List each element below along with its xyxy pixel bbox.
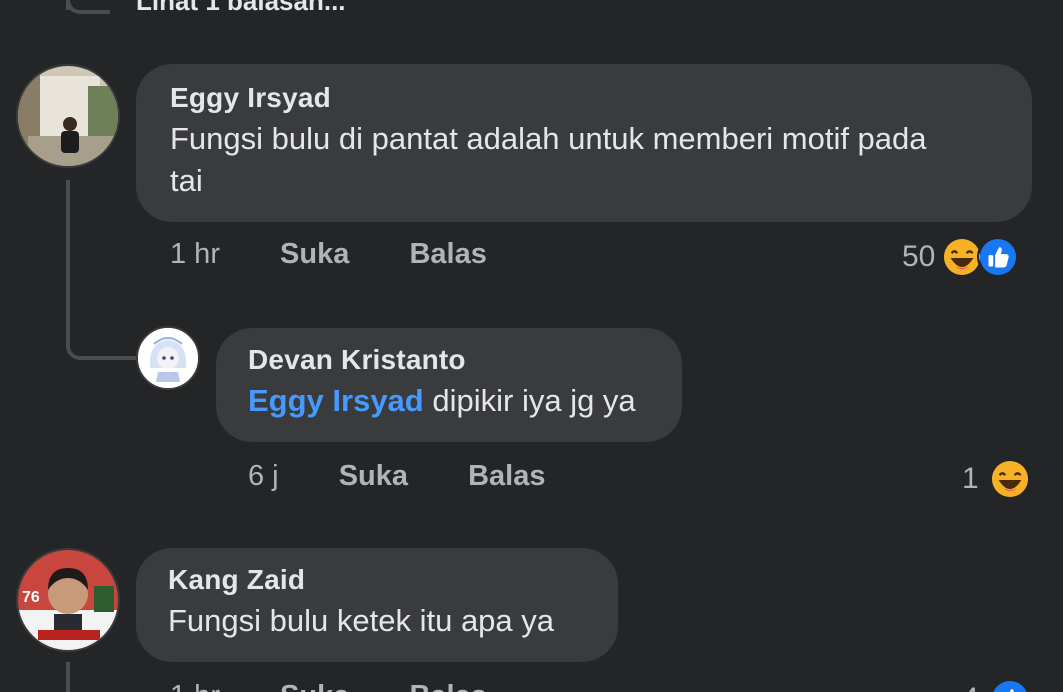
reply-button[interactable]: Balas [468,460,545,493]
avatar[interactable] [136,326,200,390]
thread-line [66,180,70,330]
like-icon [977,236,1020,278]
reply-button[interactable]: Balas [409,680,486,692]
avatar[interactable] [16,64,120,168]
reaction-summary[interactable]: 1 [962,458,1031,500]
thread-hook-top [66,0,110,14]
like-button[interactable]: Suka [280,680,349,692]
mention-link[interactable]: Eggy Irsyad [248,383,424,418]
reply-time[interactable]: 6 j [248,460,279,493]
comment-author[interactable]: Kang Zaid [168,564,586,596]
like-icon [988,678,1031,692]
comment-time[interactable]: 1 hr [170,680,220,692]
reply-text: dipikir iya jg ya [432,383,636,418]
avatar-photo: 76 [18,550,118,650]
reply-bubble: Devan Kristanto Eggy Irsyad dipikir iya … [216,328,682,442]
thread-line-bottom [66,662,70,692]
comment-actions: 1 hr Suka Balas [170,238,487,271]
comment-bubble: Eggy Irsyad Fungsi bulu di pantat adalah… [136,64,1032,222]
comment-bubble: Kang Zaid Fungsi bulu ketek itu apa ya [136,548,618,662]
like-button[interactable]: Suka [280,238,349,271]
like-button[interactable]: Suka [339,460,408,493]
reaction-count: 4 [962,682,979,692]
avatar[interactable]: 76 [16,548,120,652]
comment-text: Fungsi bulu ketek itu apa ya [168,603,555,638]
view-replies-link[interactable]: Lihat 1 balasan... [136,0,346,17]
reply-author[interactable]: Devan Kristanto [248,344,650,376]
reaction-count: 1 [962,462,979,495]
comment-thread: Lihat 1 balasan... Eggy Irsyad Fungsi bu… [0,0,1063,692]
thread-hook-reply [66,310,138,360]
comment-time[interactable]: 1 hr [170,238,220,271]
reaction-summary[interactable]: 4 [962,678,1031,692]
comment-text: Fungsi bulu di pantat adalah untuk membe… [170,121,927,198]
reply-button[interactable]: Balas [409,238,486,271]
svg-text:76: 76 [22,589,40,606]
reaction-summary[interactable]: 50 [902,236,1020,278]
avatar-photo [18,66,118,166]
reply-text-line: Eggy Irsyad dipikir iya jg ya [248,380,650,422]
comment-author[interactable]: Eggy Irsyad [170,82,998,114]
haha-icon [988,458,1031,500]
reaction-count: 50 [902,240,936,273]
comment-actions: 1 hr Suka Balas [170,680,487,692]
reply-actions: 6 j Suka Balas [248,460,545,493]
avatar-illustration [138,328,198,388]
